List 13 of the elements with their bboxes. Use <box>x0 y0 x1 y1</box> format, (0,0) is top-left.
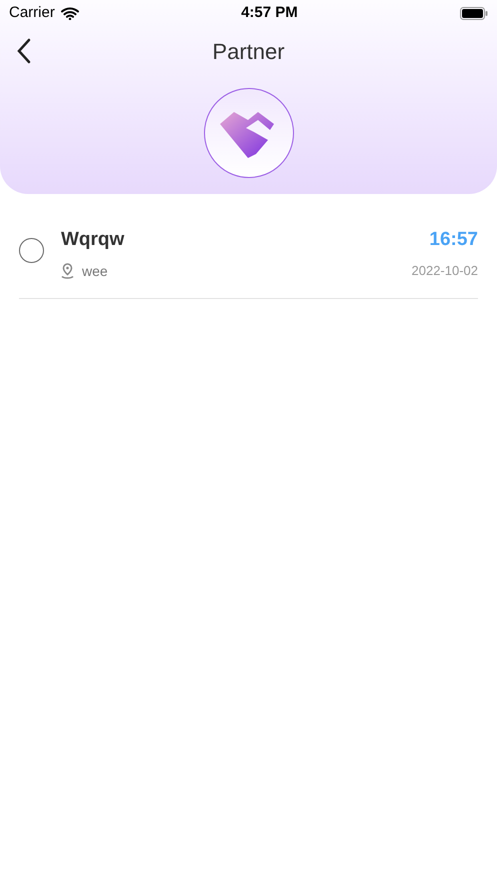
wifi-icon <box>60 6 79 20</box>
location-text: wee <box>82 262 108 280</box>
radio-button[interactable] <box>19 238 44 263</box>
partner-name: Wqrqw <box>61 228 126 252</box>
back-button[interactable] <box>16 38 32 64</box>
battery-icon <box>460 6 488 20</box>
clock: 4:57 PM <box>241 2 298 23</box>
date-text: 2022-10-02 <box>412 262 478 280</box>
carrier-label: Carrier <box>9 2 55 23</box>
location-pin-icon <box>61 263 74 279</box>
chevron-left-icon <box>16 38 32 64</box>
time-text: 16:57 <box>429 228 478 252</box>
page-title: Partner <box>212 38 285 66</box>
